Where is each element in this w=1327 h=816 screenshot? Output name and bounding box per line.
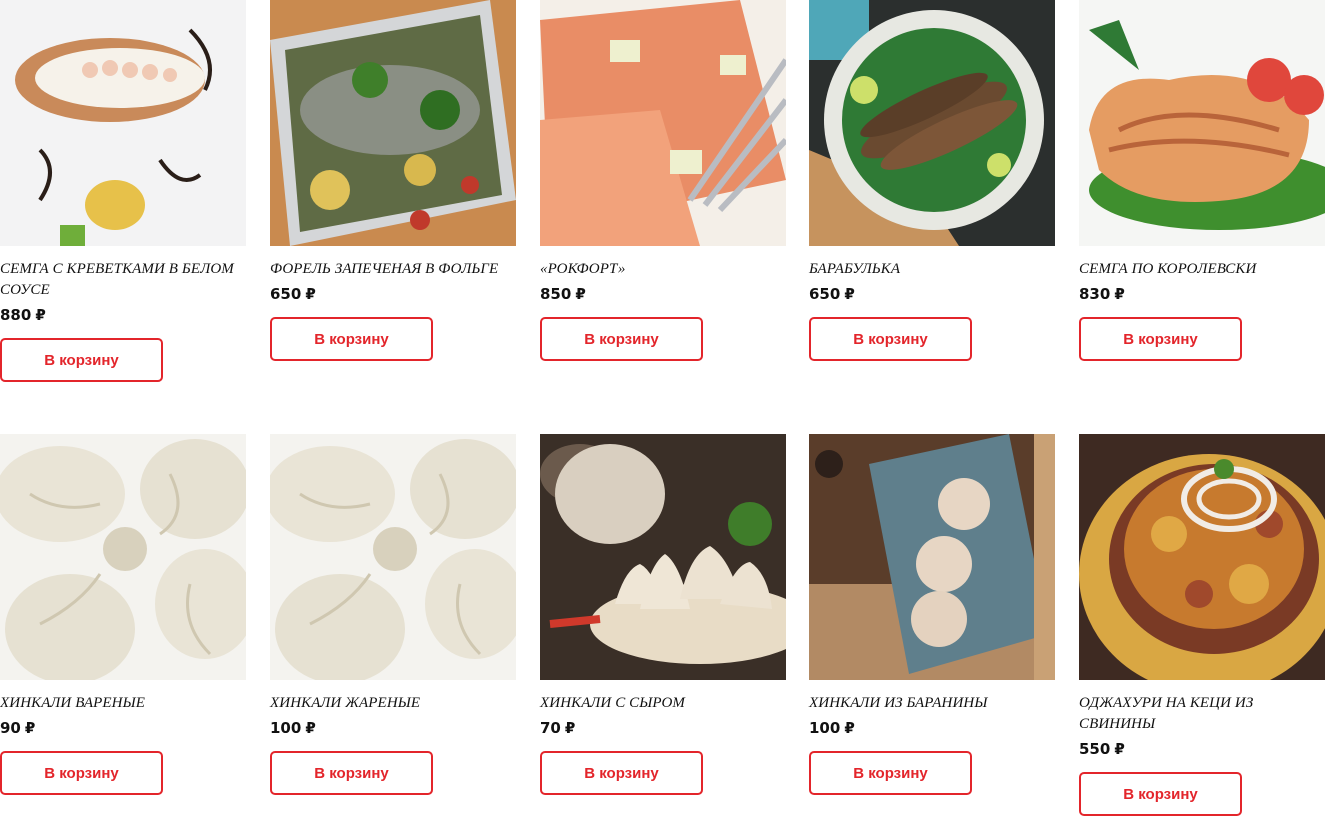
product-card: Хинкали с сыром 70 ₽ В корзину [540, 434, 786, 795]
salmon-shrimp-sauce-photo [0, 0, 246, 246]
product-price: 850 ₽ [540, 285, 586, 303]
add-to-cart-button[interactable]: В корзину [540, 317, 703, 361]
product-price: 650 ₽ [809, 285, 855, 303]
product-price: 880 ₽ [0, 306, 46, 324]
boiled-khinkali-photo [0, 434, 246, 680]
add-to-cart-button[interactable]: В корзину [809, 317, 972, 361]
fried-khinkali-photo [270, 434, 516, 680]
lamb-khinkali-photo [809, 434, 1055, 680]
add-to-cart-button[interactable]: В корзину [0, 751, 163, 795]
product-image[interactable] [270, 434, 516, 680]
product-image[interactable] [1079, 434, 1325, 680]
product-title: Хинкали вареные [0, 695, 146, 711]
product-card: Семга по королевски 830 ₽ В корзину [1079, 0, 1325, 361]
product-title: Семга с креветками в белом соусе [0, 261, 234, 298]
product-image[interactable] [0, 434, 246, 680]
product-image[interactable] [540, 0, 786, 246]
product-title: Форель запеченая в фольге [270, 261, 499, 277]
add-to-cart-button[interactable]: В корзину [0, 338, 163, 382]
product-price: 100 ₽ [270, 719, 316, 737]
roquefort-salmon-photo [540, 0, 786, 246]
baked-trout-foil-photo [270, 0, 516, 246]
product-card: Оджахури на кеци из свинины 550 ₽ В корзи… [1079, 434, 1325, 816]
product-title: Барабулька [809, 261, 901, 277]
product-card: Барабулька 650 ₽ В корзину [809, 0, 1055, 361]
add-to-cart-button[interactable]: В корзину [1079, 772, 1242, 816]
product-title: Хинкали с сыром [540, 695, 686, 711]
product-card: «Рокфорт» 850 ₽ В корзину [540, 0, 786, 361]
product-title: «Рокфорт» [540, 261, 626, 277]
add-to-cart-button[interactable]: В корзину [270, 317, 433, 361]
royal-salmon-steak-photo [1079, 0, 1325, 246]
product-price: 830 ₽ [1079, 285, 1125, 303]
product-title: Семга по королевски [1079, 261, 1257, 277]
product-title: Оджахури на кеци из свинины [1079, 695, 1254, 732]
add-to-cart-button[interactable]: В корзину [1079, 317, 1242, 361]
product-price: 70 ₽ [540, 719, 576, 737]
add-to-cart-button[interactable]: В корзину [809, 751, 972, 795]
product-price: 550 ₽ [1079, 740, 1125, 758]
product-title: Хинкали из баранины [809, 695, 988, 711]
product-image[interactable] [0, 0, 246, 246]
product-card: Хинкали вареные 90 ₽ В корзину [0, 434, 246, 795]
product-card: Форель запеченая в фольге 650 ₽ В корзину [270, 0, 516, 361]
product-image[interactable] [540, 434, 786, 680]
pork-ojakhuri-photo [1079, 434, 1325, 680]
add-to-cart-button[interactable]: В корзину [270, 751, 433, 795]
product-title: Хинкали жареные [270, 695, 421, 711]
product-price: 100 ₽ [809, 719, 855, 737]
product-card: Хинкали из баранины 100 ₽ В корзину [809, 434, 1055, 795]
product-card: Хинкали жареные 100 ₽ В корзину [270, 434, 516, 795]
product-image[interactable] [1079, 0, 1325, 246]
product-image[interactable] [809, 434, 1055, 680]
add-to-cart-button[interactable]: В корзину [540, 751, 703, 795]
cheese-khinkali-photo [540, 434, 786, 680]
product-price: 90 ₽ [0, 719, 36, 737]
product-image[interactable] [270, 0, 516, 246]
red-mullet-photo [809, 0, 1055, 246]
product-image[interactable] [809, 0, 1055, 246]
product-price: 650 ₽ [270, 285, 316, 303]
product-card: Семга с креветками в белом соусе 880 ₽ В … [0, 0, 246, 382]
